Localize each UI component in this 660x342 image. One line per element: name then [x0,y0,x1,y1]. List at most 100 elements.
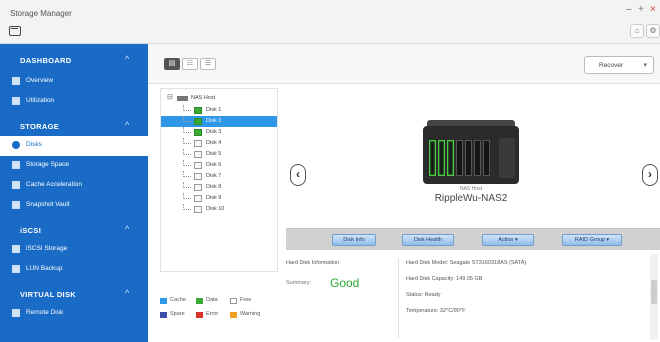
maximize-button[interactable]: + [638,4,644,15]
section-dashboard[interactable]: DASHBOARD ^ [0,52,148,70]
cache-icon [12,181,20,189]
expand-icon[interactable]: ⊟ [167,93,173,101]
drive-bay [465,140,472,176]
tree-disk-3[interactable]: Disk 3 [161,127,277,138]
sidebar-item-label: Remote Disk [26,309,64,316]
main-toolbar: ▤ ☷ ☰ Recover ▾ [148,44,660,84]
sidebar-item-label: iSCSI Storage [26,245,68,252]
disk-icon [194,195,202,202]
device-name: RippleWu-NAS2 [434,193,508,204]
disk-icon [194,140,202,147]
tree-disk-label: Disk 1 [206,107,222,113]
disk-icon [12,141,20,149]
sidebar-item-label: LUN Backup [26,265,63,272]
sidebar-item-utilization[interactable]: Utilization [0,92,148,112]
summary-label: Summary: [286,280,312,286]
tree-disk-9[interactable]: Disk 9 [161,193,277,204]
sidebar-item-label: Utilization [26,97,55,104]
view-grid-button[interactable]: ☷ [182,58,198,70]
device-model: NAS Host [460,186,482,192]
disk-legend: Cache Data Free Spare Error Warning [160,296,280,336]
detail-status: Status: Ready [406,292,441,298]
tree-disk-label: Disk 10 [206,206,225,212]
tree-root-nas-host[interactable]: ⊟ NAS Host [161,93,277,104]
tree-disk-7[interactable]: Disk 7 [161,171,277,182]
disk-info-button[interactable]: Disk Info [332,234,376,246]
sidebar-item-disks[interactable]: Disks [0,136,148,156]
raid-group-dropdown-button[interactable]: RAID Group ▾ [562,234,622,246]
action-bar: Disk Info Disk Health Action ▾ RAID Grou… [286,228,660,250]
disk-icon [194,151,202,158]
view-graphic-button[interactable]: ▤ [164,58,180,70]
title-bar: Storage Manager – + × ⌂ ⚙ [0,0,660,44]
sidebar-item-label: Overview [26,77,54,84]
sidebar-item-cache-acceleration[interactable]: Cache Acceleration [0,176,148,196]
detail-model: Hard Disk Model: Seagate ST3160318AS (SA… [406,260,527,266]
close-button[interactable]: × [650,4,656,15]
sidebar-item-label: Cache Acceleration [26,181,83,188]
sidebar-item-remote-disk[interactable]: Remote Disk [0,304,148,324]
legend-swatch [230,312,237,318]
section-label: STORAGE [20,122,60,131]
tree-disk-6[interactable]: Disk 6 [161,160,277,171]
sidebar-item-iscsi-storage[interactable]: iSCSI Storage [0,240,148,260]
recover-dropdown[interactable]: Recover ▾ [584,56,654,74]
home-icon[interactable]: ⌂ [630,24,644,38]
section-label: VIRTUAL DISK [20,290,76,299]
drive-bay [438,140,445,176]
front-panel [499,138,515,178]
settings-icon[interactable]: ⚙ [646,24,660,38]
tree-disk-label: Disk 2 [206,118,222,124]
sidebar-item-label: Disks [26,141,42,148]
drive-bay [474,140,481,176]
view-list-button[interactable]: ☰ [200,58,216,70]
sidebar-item-snapshot-vault[interactable]: Snapshot Vault [0,196,148,216]
previous-arrow-icon[interactable]: ‹ [290,164,306,186]
chevron-up-icon: ^ [125,224,130,234]
scrollbar-thumb[interactable] [651,280,657,304]
app-title: Storage Manager [10,9,72,18]
legend-label: Data [206,297,218,303]
sidebar-item-lun-backup[interactable]: LUN Backup [0,260,148,280]
chevron-down-icon: ▾ [643,62,647,69]
tree-disk-label: Disk 7 [206,173,222,179]
tree-disk-1[interactable]: Disk 1 [161,105,277,116]
tree-disk-8[interactable]: Disk 8 [161,182,277,193]
minimize-button[interactable]: – [626,4,632,15]
disk-icon [194,184,202,191]
disk-health-button[interactable]: Disk Health [402,234,454,246]
info-title: Hard Disk Information [286,260,340,266]
legend-swatch [196,298,203,304]
drive-bay [456,140,463,176]
next-arrow-icon[interactable]: › [642,164,658,186]
section-virtual-disk[interactable]: VIRTUAL DISK ^ [0,286,148,304]
snapshot-icon [12,201,20,209]
legend-label: Free [240,297,252,303]
section-label: DASHBOARD [20,56,72,65]
disk-tree: ⊟ NAS Host Disk 1 Disk 2 Disk 3 Disk 4 D… [160,88,278,272]
sidebar-item-label: Storage Space [26,161,70,168]
tree-root-label: NAS Host [191,95,216,101]
tree-disk-2[interactable]: Disk 2 [161,116,277,127]
sidebar-item-storage-space[interactable]: Storage Space [0,156,148,176]
action-dropdown-button[interactable]: Action ▾ [482,234,534,246]
section-storage[interactable]: STORAGE ^ [0,118,148,136]
legend-label: Cache [170,297,186,303]
legend-label: Spare [170,311,185,317]
sidebar: DASHBOARD ^ Overview Utilization STORAGE… [0,44,148,342]
main-panel: ▤ ☷ ☰ Recover ▾ ⊟ NAS Host Disk 1 Disk 2… [148,44,660,342]
tree-disk-5[interactable]: Disk 5 [161,149,277,160]
section-iscsi[interactable]: iSCSI ^ [0,222,148,240]
sidebar-item-overview[interactable]: Overview [0,72,148,92]
tree-disk-10[interactable]: Disk 10 [161,204,277,215]
disk-info-panel: Hard Disk Information Summary: Good Hard… [286,250,660,342]
utilization-icon [12,97,20,105]
legend-swatch [230,298,237,304]
legend-swatch [196,312,203,318]
lun-backup-icon [12,265,20,273]
nas-device-image [423,120,519,184]
tree-disk-4[interactable]: Disk 4 [161,138,277,149]
disk-icon [194,107,202,114]
chevron-up-icon: ^ [125,54,130,64]
drive-bay [447,140,454,176]
